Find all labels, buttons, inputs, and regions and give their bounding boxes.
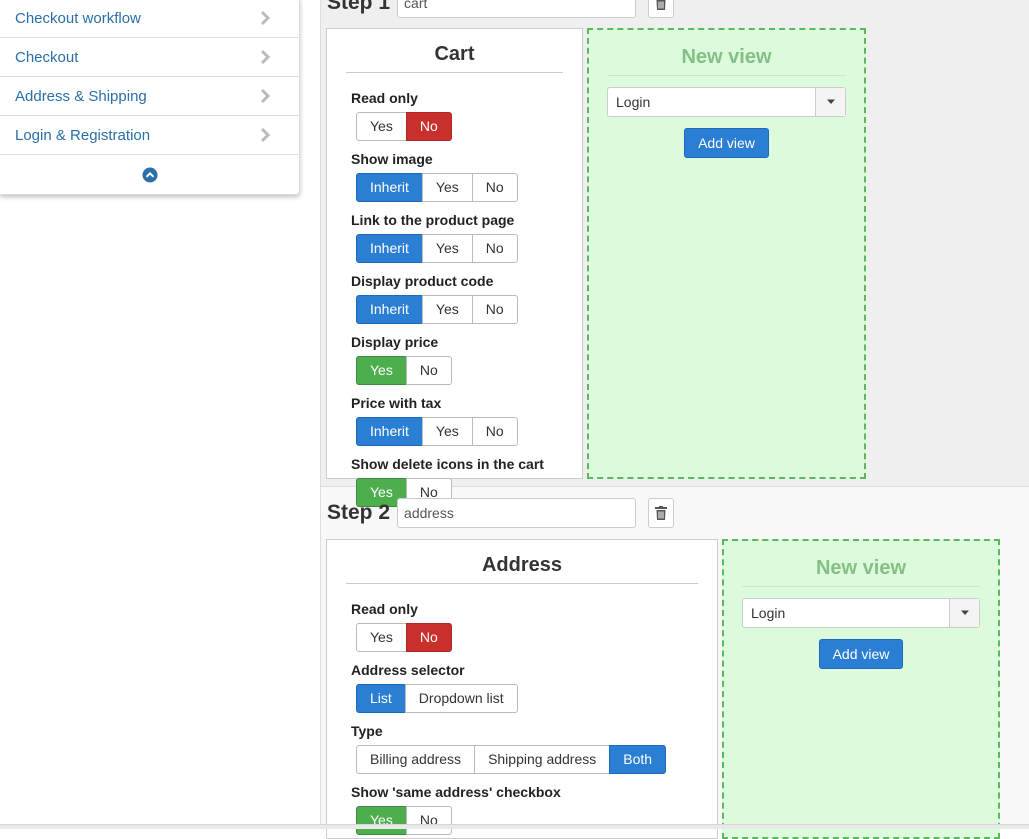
step-1-name-input[interactable] (397, 0, 637, 18)
option-no-button[interactable]: No (405, 112, 452, 141)
option-inherit-button[interactable]: Inherit (356, 173, 423, 202)
setting-link-to-the-product-page: Link to the product page Inherit Yes No (351, 211, 582, 272)
setting-label: Display price (351, 334, 439, 350)
view-type-select[interactable]: Login (607, 87, 846, 117)
setting-label: Address selector (351, 662, 465, 678)
add-view-button[interactable]: Add view (684, 128, 769, 158)
type-toggle-group: Billing address Shipping address Both (356, 745, 667, 774)
price-with-tax-toggle-group: Inherit Yes No (356, 417, 518, 446)
sidebar-item-checkout-workflow[interactable]: Checkout workflow (0, 0, 299, 38)
trash-icon (656, 0, 666, 10)
setting-label: Display product code (351, 273, 494, 289)
step-1-delete-button[interactable] (648, 0, 675, 18)
option-no-button[interactable]: No (471, 295, 518, 324)
setting-read-only: Read only Yes No (351, 89, 582, 150)
setting-type: Type Billing address Shipping address Both (351, 722, 717, 783)
caret-down-icon (949, 599, 979, 627)
address-view-title: Address (346, 554, 698, 584)
sidebar-menu: Checkout workflow Checkout Address & Shi… (0, 0, 300, 195)
read-only-toggle-group: Yes No (356, 112, 452, 141)
setting-label: Price with tax (351, 395, 442, 411)
step-2-header: Step 2 (327, 498, 675, 528)
option-yes-button[interactable]: Yes (421, 295, 473, 324)
option-no-button[interactable]: No (471, 234, 518, 263)
setting-show-image: Show image Inherit Yes No (351, 150, 582, 211)
setting-address-selector: Address selector List Dropdown list (351, 661, 717, 722)
address-selector-toggle-group: List Dropdown list (356, 684, 518, 713)
step-2-label: Step 2 (327, 501, 391, 524)
setting-label: Show delete icons in the cart (351, 456, 544, 472)
setting-price-with-tax: Price with tax Inherit Yes No (351, 394, 582, 455)
sidebar-item-label: Checkout (15, 48, 79, 66)
setting-show-same-address-checkbox: Show 'same address' checkbox Yes No (351, 783, 717, 838)
option-inherit-button[interactable]: Inherit (356, 295, 423, 324)
step-1-label: Step 1 (327, 0, 391, 14)
setting-display-product-code: Display product code Inherit Yes No (351, 272, 582, 333)
setting-label: Link to the product page (351, 212, 515, 228)
sidebar-item-address-shipping[interactable]: Address & Shipping (0, 77, 299, 116)
option-both-button[interactable]: Both (609, 745, 667, 774)
option-no-button[interactable]: No (471, 417, 518, 446)
option-inherit-button[interactable]: Inherit (356, 417, 423, 446)
view-type-value: Login (751, 605, 786, 621)
new-view-dropzone[interactable]: New view Login Add view (722, 539, 1000, 839)
setting-label: Read only (351, 601, 418, 617)
link-to-the-product-page-toggle-group: Inherit Yes No (356, 234, 518, 263)
show-same-address-checkbox-toggle-group: Yes No (356, 806, 452, 835)
cart-view-title: Cart (346, 43, 563, 73)
address-view-panel: Address Read only Yes No Address selector Li… (326, 539, 718, 839)
show-image-toggle-group: Inherit Yes No (356, 173, 518, 202)
setting-label: Show 'same address' checkbox (351, 784, 561, 800)
setting-display-price: Display price Yes No (351, 333, 582, 394)
sidebar-item-checkout[interactable]: Checkout (0, 38, 299, 77)
option-yes-button[interactable]: Yes (356, 623, 407, 652)
option-dropdown-list-button[interactable]: Dropdown list (404, 684, 518, 713)
step-2-delete-button[interactable] (648, 498, 675, 528)
option-list-button[interactable]: List (356, 684, 406, 713)
option-yes-button[interactable]: Yes (421, 417, 473, 446)
add-view-button[interactable]: Add view (818, 639, 904, 669)
sidebar-item-login-registration[interactable]: Login & Registration (0, 116, 299, 155)
sidebar-item-label: Login & Registration (15, 126, 151, 144)
new-view-dropzone[interactable]: New view Login Add view (587, 28, 866, 479)
chevron-right-icon (260, 127, 271, 143)
setting-label: Type (351, 723, 383, 739)
option-inherit-button[interactable]: Inherit (356, 234, 423, 263)
option-shipping-address-button[interactable]: Shipping address (474, 745, 611, 774)
chevron-right-icon (260, 10, 271, 26)
sidebar-item-label: Checkout workflow (15, 9, 141, 27)
step-2-name-input[interactable] (397, 498, 637, 528)
chevron-right-icon (260, 49, 271, 65)
option-yes-button[interactable]: Yes (356, 806, 407, 835)
step-1-header: Step 1 (327, 0, 675, 18)
trash-icon (655, 506, 668, 520)
horizontal-scrollbar[interactable] (0, 824, 1029, 829)
option-yes-button[interactable]: Yes (356, 112, 407, 141)
sidebar-item-label: Address & Shipping (15, 87, 147, 105)
read-only-toggle-group: Yes No (356, 623, 452, 652)
setting-read-only: Read only Yes No (351, 600, 717, 661)
option-no-button[interactable]: No (405, 806, 452, 835)
option-yes-button[interactable]: Yes (421, 234, 473, 263)
display-product-code-toggle-group: Inherit Yes No (356, 295, 518, 324)
setting-label: Read only (351, 90, 418, 106)
chevron-right-icon (260, 88, 271, 104)
sidebar-collapse-button[interactable] (0, 155, 299, 194)
option-no-button[interactable]: No (405, 623, 452, 652)
caret-down-icon (815, 88, 845, 116)
option-yes-button[interactable]: Yes (356, 356, 407, 385)
view-type-select[interactable]: Login (742, 598, 980, 628)
option-no-button[interactable]: No (405, 356, 452, 385)
option-yes-button[interactable]: Yes (421, 173, 473, 202)
new-view-title: New view (607, 46, 846, 76)
chevron-up-circle-icon (142, 167, 157, 182)
setting-label: Show image (351, 151, 433, 167)
option-billing-address-button[interactable]: Billing address (356, 745, 476, 774)
view-type-value: Login (616, 94, 651, 110)
display-price-toggle-group: Yes No (356, 356, 452, 385)
cart-view-panel: Cart Read only Yes No Show image Inherit Yes N… (326, 28, 583, 507)
new-view-title: New view (742, 557, 980, 587)
option-no-button[interactable]: No (471, 173, 518, 202)
